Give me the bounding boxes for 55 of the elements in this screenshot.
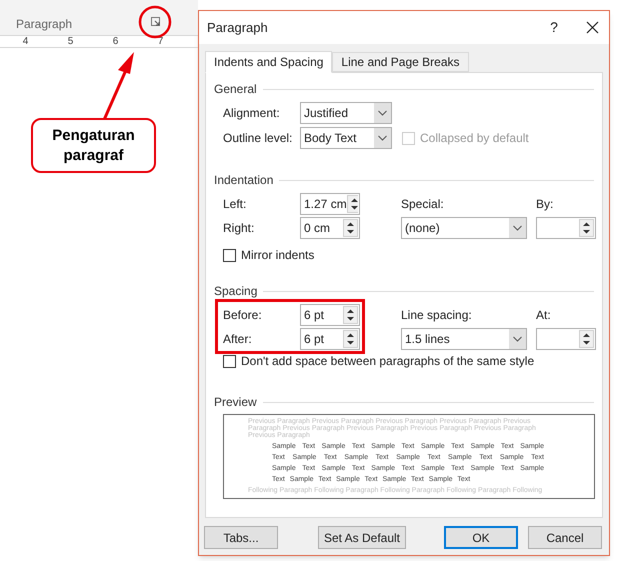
- checkbox-label: Don't add space between paragraphs of the same style: [241, 353, 534, 370]
- ruler-number: 4: [22, 35, 30, 49]
- field-label: Alignment:: [223, 105, 281, 122]
- dropdown[interactable]: 1.5 lines: [401, 328, 527, 350]
- chevron-down-icon[interactable]: [509, 329, 526, 349]
- dropdown[interactable]: Body Text: [300, 127, 392, 149]
- tab[interactable]: Line and Page Breaks: [332, 52, 469, 72]
- spin-field[interactable]: 0 cm: [300, 217, 360, 239]
- field-label: Outline level:: [223, 130, 294, 147]
- field-label: By:: [536, 196, 554, 213]
- ruler-number: 5: [66, 35, 74, 49]
- spinner-arrows-icon[interactable]: [579, 330, 594, 348]
- help-button[interactable]: ?: [544, 17, 564, 38]
- callout-label: Pengaturan paragraf: [31, 118, 156, 173]
- checkbox[interactable]: [223, 248, 236, 262]
- ribbon-group-label: Paragraph: [16, 16, 72, 33]
- ruler-number: 6: [112, 35, 120, 49]
- spin-field[interactable]: 6 pt: [300, 328, 360, 350]
- dropdown[interactable]: (none): [401, 217, 527, 239]
- field-label: At:: [536, 307, 552, 324]
- close-icon[interactable]: [586, 21, 599, 34]
- chevron-down-icon[interactable]: [374, 128, 391, 148]
- spinner-arrows-icon[interactable]: [343, 306, 358, 324]
- field-label: Special:: [401, 196, 445, 213]
- checkbox-label: Collapsed by default: [420, 130, 529, 147]
- spinner-arrows-icon[interactable]: [343, 330, 358, 348]
- spin-field[interactable]: [536, 217, 596, 239]
- spinner-arrows-icon[interactable]: [346, 195, 358, 213]
- section-heading: Indentation: [214, 172, 274, 189]
- spin-field[interactable]: 6 pt: [300, 304, 360, 326]
- section-heading: General: [214, 81, 257, 98]
- section-heading: Preview: [214, 394, 257, 411]
- highlight-circle: [138, 5, 172, 39]
- field-label: Line spacing:: [401, 307, 473, 324]
- dropdown[interactable]: Justified: [300, 102, 392, 124]
- spin-field[interactable]: [536, 328, 596, 350]
- field-label: After:: [223, 331, 253, 348]
- chevron-down-icon[interactable]: [374, 103, 391, 123]
- checkbox[interactable]: [223, 354, 236, 368]
- field-label: Left:: [223, 196, 248, 213]
- dialog-button[interactable]: OK: [444, 526, 518, 549]
- window-title: Paragraph: [207, 18, 269, 37]
- dialog-button[interactable]: Tabs...: [204, 526, 278, 549]
- tab[interactable]: Indents and Spacing: [205, 51, 332, 73]
- chevron-down-icon[interactable]: [509, 218, 526, 238]
- spin-field[interactable]: 1.27 cm: [300, 193, 360, 215]
- dialog-launcher-icon[interactable]: [151, 17, 160, 26]
- field-label: Right:: [223, 220, 256, 237]
- dialog-button[interactable]: Set As Default: [318, 526, 406, 549]
- field-label: Before:: [223, 307, 263, 324]
- spinner-arrows-icon[interactable]: [343, 219, 358, 237]
- section-heading: Spacing: [214, 283, 258, 300]
- checkbox-label: Mirror indents: [241, 247, 314, 264]
- dialog-button[interactable]: Cancel: [528, 526, 602, 549]
- spinner-arrows-icon[interactable]: [579, 219, 594, 237]
